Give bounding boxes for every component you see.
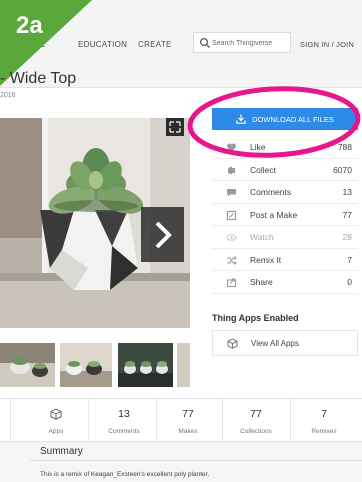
stat-value: 77 (250, 408, 262, 420)
share-icon (226, 278, 237, 288)
action-label: Remix It (250, 254, 282, 265)
stat-label: Makes (178, 428, 198, 435)
action-count: 6070 (333, 164, 352, 175)
chevron-right-icon (155, 221, 172, 248)
comment-icon (227, 189, 236, 197)
view-all-apps-label: View All Apps (251, 339, 299, 348)
view-all-apps-button[interactable]: View All Apps (212, 330, 358, 356)
stat-label: Collections (240, 428, 272, 435)
action-label: Collect (250, 164, 276, 175)
summary-divider (30, 460, 362, 461)
action-count: 77 (342, 209, 352, 220)
download-all-files-button[interactable]: DOWNLOAD ALL FILES (212, 108, 358, 130)
action-count: 7 (347, 254, 352, 265)
stats-divider (290, 399, 291, 443)
action-like[interactable]: Like 788 (212, 136, 358, 159)
action-count: 28 (342, 232, 352, 242)
stat-value: 7 (321, 408, 327, 420)
thing-title: - Wide Top (0, 70, 77, 87)
stats-divider (10, 399, 11, 443)
action-post-a-make[interactable]: Post a Make 77 (212, 204, 358, 226)
cube-icon (227, 338, 238, 349)
action-watch[interactable]: Watch 28 (212, 226, 358, 249)
action-share[interactable]: Share 0 (212, 271, 358, 294)
action-label: Watch (250, 232, 274, 242)
stats-divider (88, 399, 89, 443)
action-label: Comments (250, 187, 292, 197)
thumbnail[interactable] (60, 343, 112, 387)
remix-icon (227, 255, 237, 265)
stat-collections[interactable]: 77 Collections (226, 399, 286, 443)
download-icon (236, 114, 246, 124)
stat-value: 13 (118, 408, 130, 420)
expand-icon (169, 121, 181, 133)
thumbnail[interactable] (177, 343, 190, 387)
stat-remixes[interactable]: 7 Remixes (294, 399, 354, 443)
collect-icon (228, 166, 235, 174)
eye-icon (226, 234, 237, 241)
stat-comments[interactable]: 13 Comments (94, 399, 154, 443)
action-label: Share (250, 277, 273, 287)
action-label: Post a Make (250, 209, 298, 220)
stat-value: 77 (182, 408, 194, 420)
summary-heading: Summary (40, 446, 83, 457)
thumbnail[interactable] (118, 343, 173, 387)
search-input[interactable] (212, 36, 288, 50)
thing-apps-heading: Thing Apps Enabled (212, 313, 299, 323)
step-badge-label: 2a (16, 12, 43, 39)
action-list: Like 788 Collect 6070 Comments 13 Post a… (212, 136, 358, 294)
stat-label: Comments (108, 428, 140, 435)
thumbnail-strip (0, 343, 190, 387)
nav-item-create[interactable]: CREATE (138, 40, 172, 49)
next-image-button[interactable] (141, 207, 184, 262)
stat-apps[interactable]: Apps (26, 399, 86, 443)
summary-text: This is a remix of Keagan_Exsteen's exce… (40, 471, 210, 478)
cube-icon (50, 408, 62, 420)
action-collect[interactable]: Collect 6070 (212, 159, 358, 181)
stats-divider (156, 399, 157, 443)
make-icon (226, 210, 237, 220)
search-box[interactable] (193, 32, 291, 53)
search-icon (199, 37, 210, 48)
action-count: 13 (342, 187, 352, 197)
stat-makes[interactable]: 77 Makes (158, 399, 218, 443)
action-count: 0 (347, 277, 352, 287)
action-label: Like (250, 142, 266, 152)
download-button-label: DOWNLOAD ALL FILES (252, 114, 334, 124)
stats-bar: Apps 13 Comments 77 Makes 77 Collections… (0, 398, 362, 443)
stats-divider (222, 399, 223, 443)
stat-label: Apps (48, 428, 64, 435)
expand-image-button[interactable] (166, 118, 184, 136)
action-count: 788 (337, 142, 352, 152)
action-comments[interactable]: Comments 13 (212, 181, 358, 204)
thing-date: 2018 (0, 92, 16, 99)
action-remix-it[interactable]: Remix It 7 (212, 249, 358, 271)
heart-icon (227, 143, 236, 152)
sign-in-link[interactable]: SIGN IN / JOIN (300, 40, 354, 49)
thumbnail[interactable] (0, 343, 55, 387)
stat-label: Remixes (311, 428, 337, 435)
